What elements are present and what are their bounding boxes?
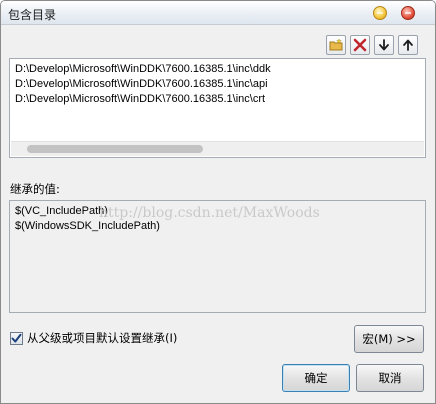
inherit-checkbox[interactable]: [10, 331, 23, 345]
move-down-button[interactable]: [374, 35, 394, 55]
inherit-checkbox-row[interactable]: 从父级或项目默认设置继承(I): [10, 331, 177, 345]
list-item[interactable]: D:\Develop\Microsoft\WinDDK\7600.16385.1…: [15, 77, 268, 91]
include-directories-dialog: 包含目录 D:\Develop\Microsoft\WinDDK\7600.16…: [0, 0, 436, 404]
title-bar[interactable]: 包含目录: [1, 1, 435, 25]
arrow-up-icon: [403, 39, 413, 51]
watermark: http://blog.csdn.net/MaxWoods: [99, 205, 320, 221]
window-title: 包含目录: [8, 8, 57, 22]
inherit-checkbox-label: 从父级或项目默认设置继承(I): [27, 331, 178, 345]
new-line-button[interactable]: [326, 35, 346, 55]
horizontal-scrollbar[interactable]: [11, 141, 424, 156]
arrow-down-icon: [379, 39, 389, 51]
delete-button[interactable]: [350, 35, 370, 55]
list-item: $(WindowsSDK_IncludePath): [15, 220, 160, 232]
scrollbar-thumb[interactable]: [27, 145, 203, 153]
close-button[interactable]: [401, 6, 415, 20]
directory-list[interactable]: D:\Develop\Microsoft\WinDDK\7600.16385.1…: [9, 58, 426, 158]
list-item: $(VC_IncludePath): [15, 205, 108, 217]
list-item[interactable]: D:\Develop\Microsoft\WinDDK\7600.16385.1…: [15, 62, 271, 76]
new-folder-icon: [329, 38, 343, 51]
cancel-button[interactable]: 取消: [356, 364, 424, 392]
ok-button[interactable]: 确定: [282, 364, 350, 392]
checkmark-icon: [11, 333, 22, 342]
list-item[interactable]: D:\Develop\Microsoft\WinDDK\7600.16385.1…: [15, 92, 265, 106]
delete-x-icon: [353, 38, 367, 52]
minimize-button[interactable]: [373, 6, 387, 20]
macro-button[interactable]: 宏(M) >>: [354, 325, 424, 353]
inherited-values-label: 继承的值:: [10, 182, 60, 196]
move-up-button[interactable]: [398, 35, 418, 55]
